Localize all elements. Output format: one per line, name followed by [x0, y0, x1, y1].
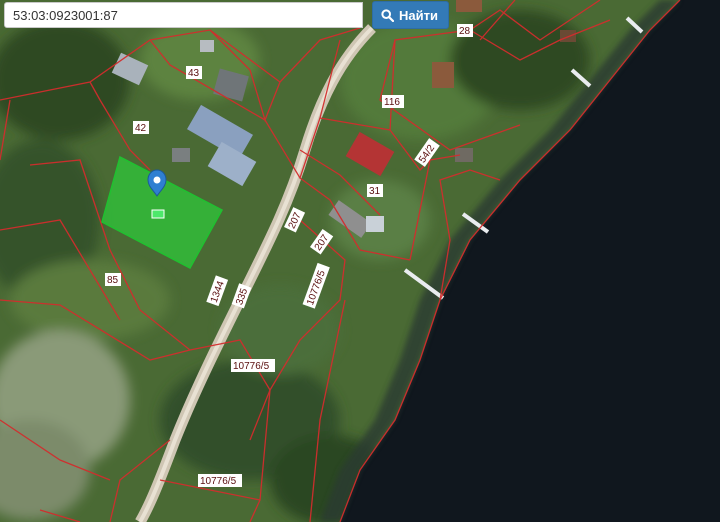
svg-text:10776/5: 10776/5	[233, 361, 270, 372]
parcel-label-43: 43	[186, 66, 202, 79]
search-button-label: Найти	[399, 7, 438, 23]
parcel-label-42: 42	[133, 121, 149, 134]
search-bar: Найти	[4, 1, 449, 30]
parcel-label-28: 28	[457, 24, 473, 37]
search-button[interactable]: Найти	[372, 1, 449, 29]
svg-text:10776/5: 10776/5	[200, 476, 237, 487]
svg-text:31: 31	[369, 186, 381, 197]
parcel-label-10776-5-c: 10776/5	[198, 474, 242, 487]
parcel-label-116: 116	[382, 95, 404, 108]
parcel-label-10776-5-b: 10776/5	[231, 359, 275, 372]
parcel-label-31: 31	[367, 184, 383, 197]
svg-text:85: 85	[107, 275, 119, 286]
svg-text:43: 43	[188, 68, 200, 79]
svg-text:28: 28	[459, 26, 471, 37]
svg-text:116: 116	[384, 97, 400, 108]
parcel-centroid-marker	[151, 209, 165, 219]
cadastral-search-input[interactable]	[4, 2, 363, 28]
search-icon	[381, 8, 394, 22]
parcel-label-85: 85	[105, 273, 121, 286]
svg-text:42: 42	[135, 123, 147, 134]
satellite-map[interactable]: 28 43 42 116 54/2 31 207 207 85 1344 335…	[0, 0, 720, 522]
